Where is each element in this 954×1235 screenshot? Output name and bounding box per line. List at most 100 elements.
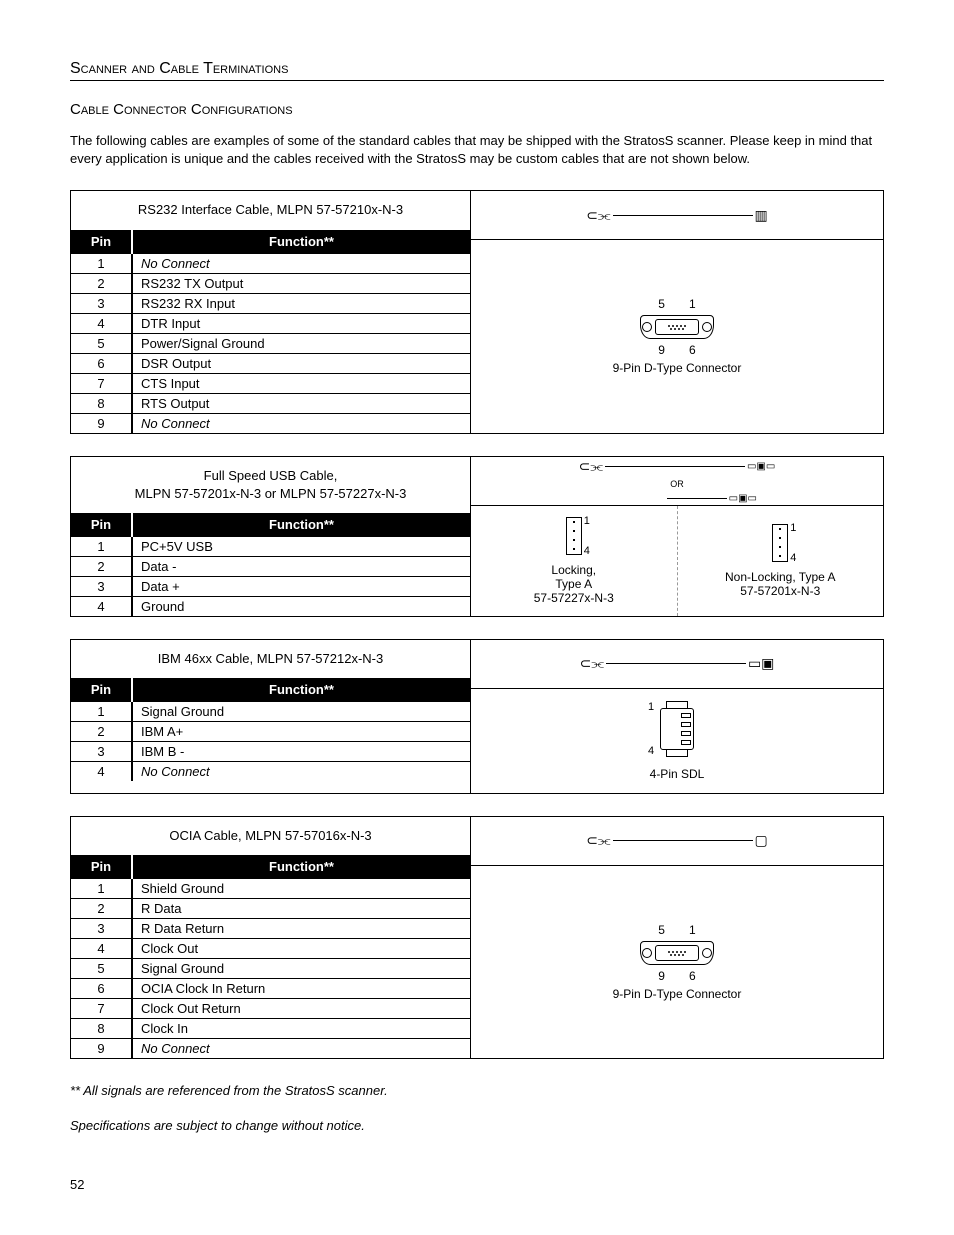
t: MLPN <box>135 486 171 501</box>
t: MLPN <box>280 486 316 501</box>
pin-table: PinFunction** 1Signal Ground 2IBM A+ 3IB… <box>71 678 470 781</box>
cable-block-usb: Full Speed USB Cable, MLPN 57-57201x-N-3… <box>70 456 884 617</box>
footnote-specs: Specifications are subject to change wit… <box>70 1116 884 1137</box>
c: Data + <box>132 576 470 596</box>
cap: Type A <box>555 577 592 591</box>
cable-block-rs232: RS232 Interface Cable, MLPN 57-57210x-N-… <box>70 190 884 433</box>
section-title: Scanner and Cable Terminations <box>70 60 884 81</box>
cap: Locking, <box>551 563 596 577</box>
c: 7 <box>71 373 132 393</box>
db9-diagram: 51 96 9-Pin D-Type Connector <box>471 866 883 1058</box>
or: OR <box>670 479 684 489</box>
c: Shield Ground <box>132 879 470 899</box>
t: 57-57212x-N-3 <box>293 651 383 666</box>
c: 1 <box>71 536 132 556</box>
cable-line-icon: ⊂⫘▥ <box>471 191 883 240</box>
c: Clock In <box>132 1019 470 1039</box>
t: 57-57201x-N-3 or <box>171 486 280 501</box>
th: Pin <box>71 678 132 702</box>
t: RS232 Interface Cable, <box>138 202 277 217</box>
c: Power/Signal Ground <box>132 333 470 353</box>
c: IBM A+ <box>132 722 470 742</box>
l: 6 <box>689 969 696 983</box>
l: 6 <box>689 343 696 357</box>
cap: 57-57227x-N-3 <box>534 591 614 605</box>
c: No Connect <box>132 413 470 433</box>
l: 4 <box>790 552 796 564</box>
th: Function** <box>132 678 470 702</box>
c: 2 <box>71 899 132 919</box>
pin-table: PinFunction** 1Shield Ground 2R Data 3R … <box>71 855 470 1058</box>
c: No Connect <box>132 762 470 782</box>
c: 9 <box>71 413 132 433</box>
t: OCIA Cable, <box>169 828 245 843</box>
l: 1 <box>790 522 796 534</box>
page-number: 52 <box>70 1177 884 1192</box>
c: 4 <box>71 313 132 333</box>
c: 2 <box>71 722 132 742</box>
l: 5 <box>658 297 665 311</box>
th: Function** <box>132 513 470 537</box>
intro-paragraph: The following cables are examples of som… <box>70 132 884 168</box>
c: 7 <box>71 999 132 1019</box>
c: Signal Ground <box>132 702 470 722</box>
db9-diagram: 5 1 9 6 9-Pin D-Type Connector <box>471 240 883 432</box>
th: Pin <box>71 513 132 537</box>
l: 4 <box>584 545 590 557</box>
pin-table: PinFunction** 1No Connect 2RS232 TX Outp… <box>71 230 470 433</box>
c: Signal Ground <box>132 959 470 979</box>
c: 8 <box>71 393 132 413</box>
c: CTS Input <box>132 373 470 393</box>
c: DSR Output <box>132 353 470 373</box>
c: Ground <box>132 596 470 616</box>
cable-line-icon: ⊂⫘▭▣▭ OR ▭▣▭ <box>471 457 883 506</box>
c: 9 <box>71 1039 132 1059</box>
c: OCIA Clock In Return <box>132 979 470 999</box>
diag-label: 9-Pin D-Type Connector <box>613 987 742 1001</box>
diag-label: 9-Pin D-Type Connector <box>613 361 742 375</box>
pin-table: PinFunction** 1PC+5V USB 2Data - 3Data +… <box>71 513 470 616</box>
t: 57-57227x-N-3 <box>316 486 406 501</box>
c: Clock Out <box>132 939 470 959</box>
th: Function** <box>132 855 470 879</box>
c: 4 <box>71 596 132 616</box>
l: 1 <box>689 923 696 937</box>
c: 3 <box>71 742 132 762</box>
l: 1 <box>689 297 696 311</box>
th-pin: Pin <box>71 230 132 254</box>
c: No Connect <box>132 253 470 273</box>
c: 4 <box>71 939 132 959</box>
c: R Data <box>132 899 470 919</box>
c: RS232 TX Output <box>132 273 470 293</box>
c: RTS Output <box>132 393 470 413</box>
c: Clock Out Return <box>132 999 470 1019</box>
c: 6 <box>71 353 132 373</box>
t: MLPN <box>245 828 281 843</box>
t: 57-57016x-N-3 <box>281 828 371 843</box>
t: MLPN <box>257 651 293 666</box>
c: 1 <box>71 253 132 273</box>
c: 1 <box>71 879 132 899</box>
c: Data - <box>132 556 470 576</box>
t: Full Speed USB Cable, <box>204 468 338 483</box>
diag-label: 4-Pin SDL <box>650 767 705 781</box>
c: 1 <box>71 702 132 722</box>
c: 5 <box>71 333 132 353</box>
c: R Data Return <box>132 919 470 939</box>
cap: Non-Locking, Type A <box>725 570 836 584</box>
c: 3 <box>71 919 132 939</box>
cable-block-ocia: OCIA Cable, MLPN 57-57016x-N-3 PinFuncti… <box>70 816 884 1059</box>
c: 5 <box>71 959 132 979</box>
cable-line-icon: ⊂⫘▢ <box>471 817 883 866</box>
cap: 57-57201x-N-3 <box>740 584 820 598</box>
l: 1 <box>584 515 590 527</box>
cable-title: RS232 Interface Cable, MLPN 57-57210x-N-… <box>71 191 470 229</box>
t: 57-57210x-N-3 <box>313 202 403 217</box>
c: 2 <box>71 556 132 576</box>
th: Pin <box>71 855 132 879</box>
c: DTR Input <box>132 313 470 333</box>
l: 9 <box>658 343 665 357</box>
cable-line-icon: ⊂⫘▭▣ <box>471 640 883 689</box>
c: 8 <box>71 1019 132 1039</box>
c: No Connect <box>132 1039 470 1059</box>
